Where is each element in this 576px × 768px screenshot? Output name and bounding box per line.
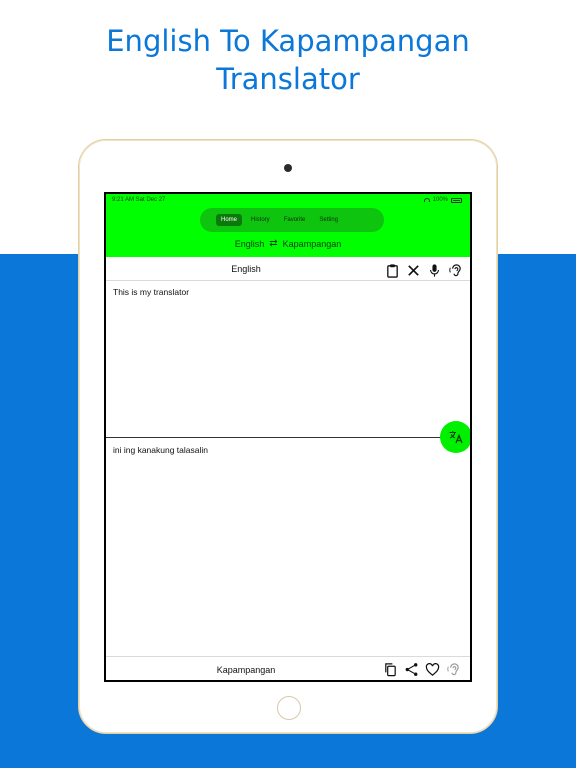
share-icon[interactable] — [403, 661, 420, 678]
page-headline: English To Kapampangan Translator — [0, 22, 576, 98]
copy-icon[interactable] — [382, 661, 399, 678]
target-footer: Kapampangan — [106, 656, 470, 680]
ear-icon[interactable] — [445, 661, 462, 678]
camera-dot — [284, 164, 292, 172]
nav-tabs: Home History Favorite Setting — [200, 208, 384, 232]
headline-line-2: Translator — [216, 62, 360, 96]
heart-icon[interactable] — [424, 661, 441, 678]
translate-icon — [449, 431, 463, 444]
target-toolbar — [382, 661, 462, 678]
source-toolbar — [384, 262, 464, 279]
top-bar: 9:21 AM Sat Dec 27 100% Home History Fav… — [106, 194, 470, 257]
headline-line-1: English To Kapampangan — [106, 24, 470, 58]
target-language[interactable]: Kapampangan — [283, 239, 342, 249]
target-title: Kapampangan — [216, 665, 276, 675]
battery-icon — [451, 197, 462, 203]
wifi-icon — [423, 198, 430, 202]
clear-icon[interactable] — [405, 262, 422, 279]
status-right: 100% — [423, 197, 462, 203]
translate-button[interactable] — [440, 421, 470, 453]
battery-percent: 100% — [432, 197, 448, 203]
translated-text: ini ing kanakung talasalin — [113, 445, 208, 455]
source-language[interactable]: English — [235, 239, 265, 249]
status-bar: 9:21 AM Sat Dec 27 100% — [106, 194, 470, 206]
tab-history[interactable]: History — [246, 214, 275, 226]
source-title: English — [231, 264, 261, 274]
source-text-input[interactable]: This is my translator — [113, 287, 189, 297]
clipboard-icon[interactable] — [384, 262, 401, 279]
ear-icon[interactable] — [447, 262, 464, 279]
tab-home[interactable]: Home — [216, 214, 243, 226]
ipad-frame: 9:21 AM Sat Dec 27 100% Home History Fav… — [78, 139, 498, 734]
home-button[interactable] — [277, 696, 301, 720]
source-header: English — [106, 259, 470, 281]
microphone-icon[interactable] — [426, 262, 443, 279]
language-selector: English ⇄ Kapampangan — [106, 239, 470, 250]
panel-divider — [106, 437, 470, 438]
swap-arrows-icon[interactable]: ⇄ — [269, 239, 277, 249]
tab-setting[interactable]: Setting — [314, 214, 343, 226]
app-screen: 9:21 AM Sat Dec 27 100% Home History Fav… — [104, 192, 472, 682]
tab-favorite[interactable]: Favorite — [279, 214, 311, 226]
status-time: 9:21 AM Sat Dec 27 — [112, 197, 166, 203]
